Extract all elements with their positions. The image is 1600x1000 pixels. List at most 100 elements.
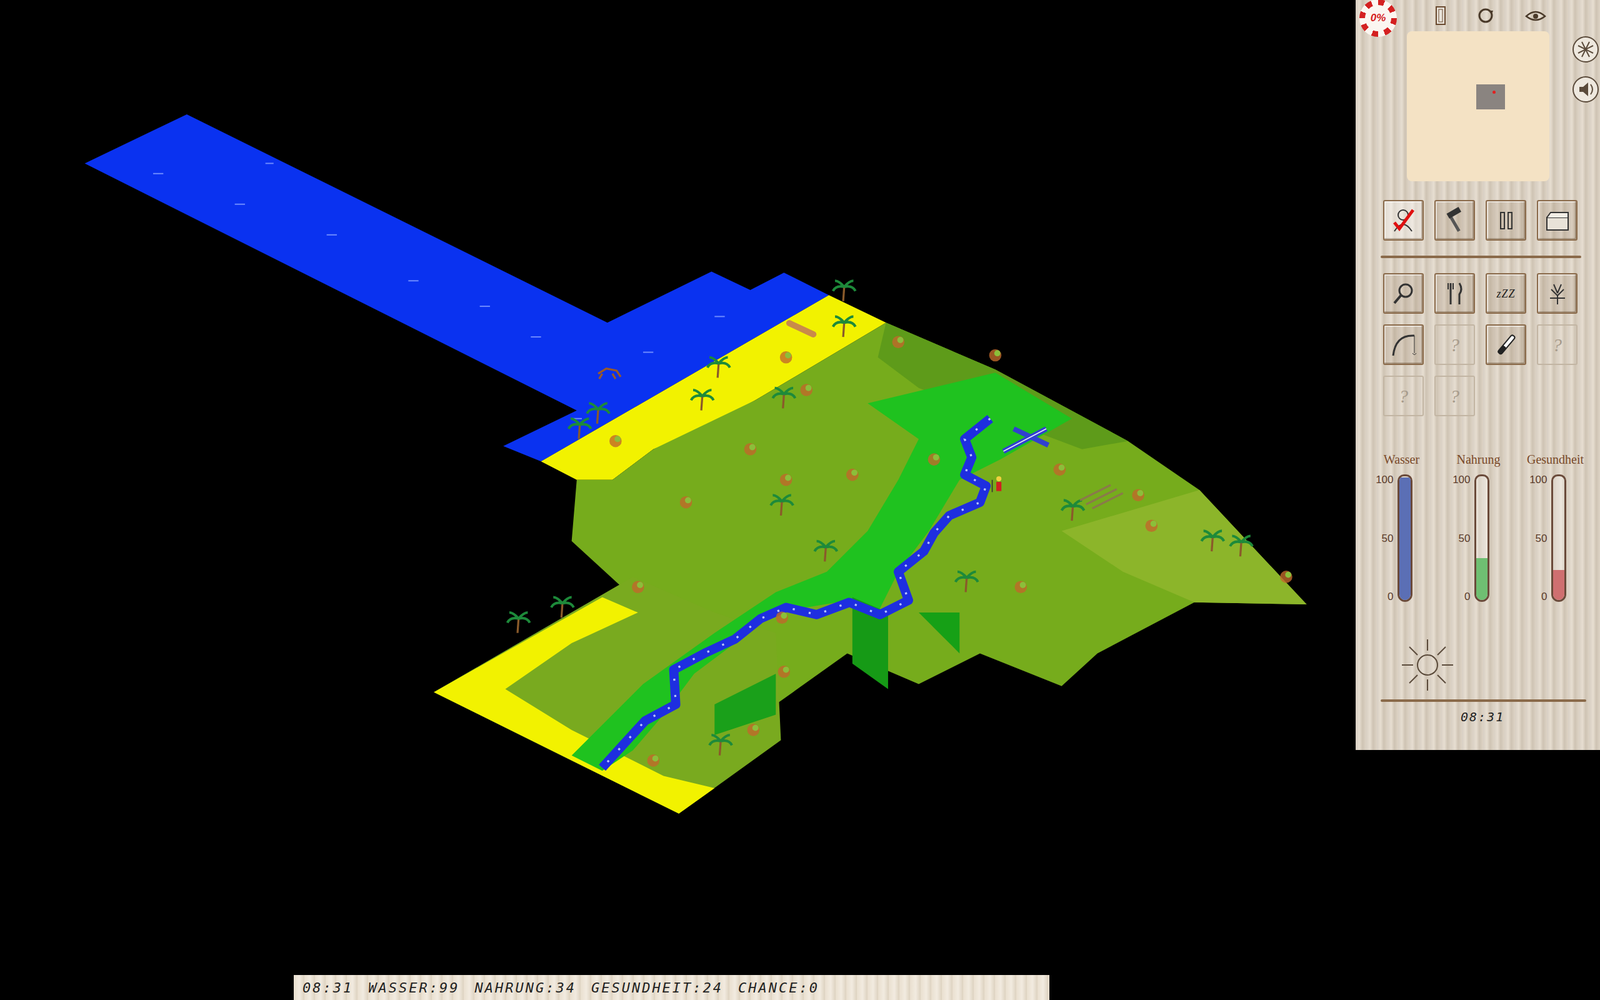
bush-icon[interactable]: [1280, 570, 1293, 584]
status-item: 08:31: [302, 980, 354, 996]
eat-button[interactable]: [1434, 273, 1475, 314]
action-label: ?: [1450, 386, 1460, 406]
bush-icon[interactable]: [609, 435, 622, 448]
unknown-button[interactable]: ?: [1383, 375, 1424, 417]
bush-icon[interactable]: [778, 665, 791, 679]
palm-tree-icon[interactable]: [507, 612, 530, 634]
search-button[interactable]: [1383, 273, 1424, 314]
meter-label: Nahrung: [1456, 452, 1501, 467]
knife-button[interactable]: [1485, 324, 1527, 365]
chance-text: 0%: [1365, 5, 1392, 32]
plant-icon: [1543, 279, 1572, 309]
bush-icon[interactable]: [780, 473, 793, 487]
bush-icon[interactable]: [647, 754, 660, 767]
inventory-button[interactable]: [1536, 200, 1578, 241]
unknown-button[interactable]: ?: [1536, 324, 1578, 365]
bush-icon[interactable]: [1131, 488, 1145, 502]
fish-button[interactable]: [1383, 324, 1424, 365]
meter-tube: [1397, 474, 1413, 602]
meter-tick: 50: [1381, 533, 1394, 544]
palm-tree-icon[interactable]: [833, 280, 856, 302]
meter-body: 100500: [1443, 474, 1490, 602]
panel-divider: [1380, 255, 1582, 259]
palm-tree-icon[interactable]: [770, 495, 794, 516]
palm-tree-icon[interactable]: [955, 571, 979, 593]
meter-tick: 50: [1535, 533, 1548, 544]
bush-icon[interactable]: [747, 723, 760, 737]
chance-badge: 0%: [1359, 0, 1397, 37]
bush-icon[interactable]: [775, 611, 789, 624]
game-screen: 08:31WASSER:99NAHRUNG:34GESUNDHEIT:24CHA…: [0, 0, 1600, 1000]
grid-icon[interactable]: [1571, 35, 1600, 64]
look-button[interactable]: [1536, 273, 1578, 314]
status-item: WASSER:99: [368, 980, 460, 996]
meter-tick: 100: [1452, 474, 1470, 485]
grass-slope: [1061, 490, 1307, 605]
palm-tree-icon[interactable]: [586, 403, 610, 424]
meter-fill: [1553, 570, 1565, 600]
driftwood-icon[interactable]: [785, 319, 818, 339]
action-label: zZZ: [1496, 288, 1515, 300]
palm-tree-icon[interactable]: [551, 597, 574, 619]
animal-icon[interactable]: [598, 368, 621, 379]
cutlery-icon: [1440, 279, 1470, 309]
meter-ticks: 100500: [1520, 474, 1548, 602]
meter-ticks: 100500: [1366, 474, 1394, 602]
rotate-icon[interactable]: [1475, 5, 1496, 27]
pause-button[interactable]: [1485, 200, 1527, 241]
palm-tree-icon[interactable]: [709, 735, 732, 756]
view-buttons: [1571, 35, 1600, 104]
minimap[interactable]: [1406, 31, 1550, 182]
island-map[interactable]: [0, 0, 1356, 975]
status-item: CHANCE:0: [738, 980, 820, 996]
palm-tree-icon[interactable]: [1061, 500, 1085, 521]
status-bar: 08:31WASSER:99NAHRUNG:34GESUNDHEIT:24CHA…: [293, 975, 1050, 1000]
minimap-row: [1355, 31, 1600, 182]
bush-icon[interactable]: [928, 453, 941, 466]
meter-tick: 0: [1541, 591, 1547, 602]
player-icon[interactable]: [992, 476, 1002, 492]
bush-icon[interactable]: [1053, 463, 1067, 477]
palm-tree-icon[interactable]: [833, 316, 856, 337]
unknown-button[interactable]: ?: [1434, 375, 1475, 417]
palm-tree-icon[interactable]: [814, 541, 837, 562]
status-item: NAHRUNG:34: [474, 980, 576, 996]
eye-icon[interactable]: [1524, 5, 1547, 27]
sun-icon: [1399, 636, 1456, 694]
fence-icon[interactable]: [1080, 485, 1124, 509]
bush-icon[interactable]: [989, 349, 1002, 362]
minimap-island: [1476, 84, 1505, 110]
palm-tree-icon[interactable]: [1230, 536, 1253, 557]
bush-icon[interactable]: [780, 351, 793, 364]
action-label: ?: [1398, 386, 1409, 406]
knife-icon: [1491, 330, 1521, 360]
fishing-rod-icon: [1389, 330, 1419, 360]
bush-icon[interactable]: [891, 335, 905, 349]
wave-marks: [153, 163, 725, 419]
wreck-icon[interactable]: [1003, 428, 1049, 452]
meter-body: 100500: [1520, 474, 1567, 602]
build-button[interactable]: [1434, 200, 1475, 241]
bush-icon[interactable]: [631, 580, 645, 594]
door-icon[interactable]: [1430, 5, 1451, 27]
bush-icon[interactable]: [1014, 580, 1027, 594]
palm-tree-icon[interactable]: [1201, 530, 1224, 552]
cliff: [714, 673, 776, 735]
bush-icon[interactable]: [744, 443, 757, 456]
bush-icon[interactable]: [1145, 519, 1159, 532]
sleep-button[interactable]: zZZ: [1485, 273, 1527, 314]
bush-icon[interactable]: [800, 383, 813, 397]
palm-tree-icon[interactable]: [772, 388, 795, 409]
palm-tree-icon[interactable]: [707, 357, 730, 379]
lower-grassland: [433, 576, 781, 814]
bush-icon[interactable]: [846, 468, 859, 482]
meter: Gesundheit100500: [1516, 452, 1594, 602]
palm-tree-icon[interactable]: [568, 418, 592, 440]
palm-tree-icon[interactable]: [691, 390, 714, 411]
unknown-button[interactable]: ?: [1434, 324, 1475, 365]
sound-icon[interactable]: [1571, 75, 1600, 104]
bush-icon[interactable]: [680, 496, 693, 509]
meter: Wasser100500: [1363, 452, 1440, 602]
person-icon: [1389, 206, 1419, 235]
status-button[interactable]: [1383, 200, 1424, 241]
